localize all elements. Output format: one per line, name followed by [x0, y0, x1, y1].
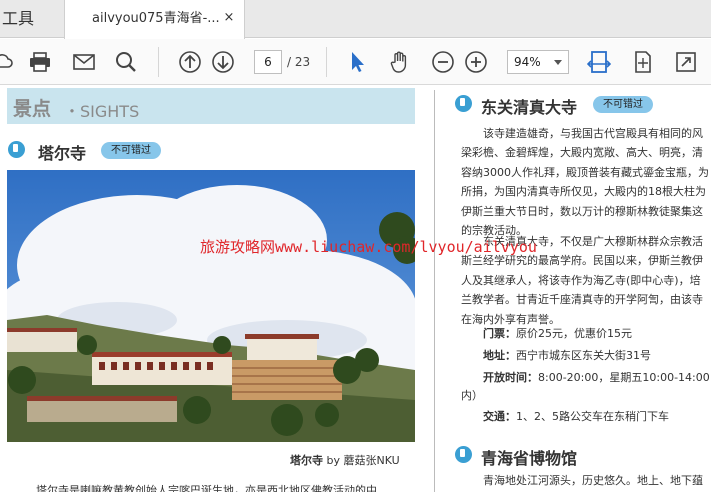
toolbar-separator [326, 47, 327, 77]
hand-tool-icon[interactable] [388, 50, 412, 74]
paragraph-3: 青海地处江河源头，历史悠久。地上、地下蕴 [461, 474, 703, 487]
paragraph-line: 兰教学者。甘青近千座清真寺的开学阿訇，由该寺 [461, 293, 703, 307]
page-number-input[interactable]: 6 [254, 50, 282, 74]
chevron-down-icon [554, 60, 562, 65]
zoom-in-icon[interactable] [464, 50, 488, 74]
info-label: 门票： [483, 327, 516, 340]
info-address: 地址：西宁市城东区东关大街31号 [483, 347, 651, 363]
info-icon [8, 141, 25, 158]
info-transport: 交通：1、2、5路公交车在东稍门下车 [483, 408, 669, 424]
paragraph-line: 梁彩檐、金碧辉煌，大殿内宽敞、高大、明亮，清 [461, 146, 703, 160]
info-label: 地址： [483, 349, 516, 362]
print-icon[interactable] [28, 50, 52, 74]
select-cursor-icon[interactable] [346, 50, 370, 74]
body-text-cut: 塔尔寺是喇嘛教黄教创始人宗喀巴诞生地，亦是西北地区佛教活动的中 [36, 484, 377, 492]
info-icon [455, 95, 472, 112]
paragraph-line: 人及其继承人，将该寺作为海乙寺(即中心寺)，培 [461, 273, 701, 287]
tab-bar: 工具 ailvyou075青海省-... × [0, 0, 711, 39]
tab-tools[interactable]: 工具 [0, 0, 34, 38]
section-subtitle: ・SIGHTS [64, 102, 140, 121]
toolbar-separator [158, 47, 159, 77]
watermark-text: 旅游攻略网www.liuchaw.com/lvyou/ailvyou [200, 238, 537, 256]
close-tab-icon[interactable]: × [222, 11, 236, 25]
info-label: 开放时间： [483, 371, 538, 384]
paragraph-1: 该寺建造雄奇，与我国古代宫殿具有相同的风 梁彩檐、金碧辉煌，大殿内宽敞、高大、明… [461, 124, 709, 240]
info-icon [455, 446, 472, 463]
caption-name: 塔尔寺 [290, 454, 323, 467]
paragraph-line: 该寺建造雄奇，与我国古代宫殿具有相同的风 [461, 127, 703, 140]
page-up-icon[interactable] [178, 50, 202, 74]
toolbar: 6 / 23 94% [0, 39, 711, 85]
info-tickets: 门票：原价25元，优惠价15元 [483, 325, 632, 341]
zoom-out-icon[interactable] [431, 50, 455, 74]
fit-width-icon[interactable] [587, 50, 611, 74]
document-page: 景点 ・SIGHTS 塔尔寺 不可错过 塔尔寺 by 蘑菇张NKU 塔尔寺是喇嘛… [0, 86, 711, 492]
mail-icon[interactable] [72, 50, 96, 74]
paragraph-line: 伊斯兰重大节日时，数以万计的穆斯林教徒聚集这 [461, 204, 703, 218]
zoom-select[interactable]: 94% [507, 50, 569, 74]
paragraph-line: 容纳3000人作礼拜，殿顶普装有藏式鎏金宝瓶，为 [461, 165, 709, 179]
attraction-title-3: 青海省博物馆 [481, 449, 578, 468]
info-value: 原价25元，优惠价15元 [516, 327, 632, 340]
info-value: 8:00-20:00，星期五10:00-14:00 [538, 371, 710, 384]
attraction-title: 塔尔寺 [38, 144, 87, 163]
page-total: / 23 [287, 55, 311, 69]
section-title: 景点 [13, 98, 52, 120]
paragraph-line: 所捐，为国内清真寺所仅见，大殿内的18根大柱为 [461, 185, 706, 199]
sights-header: 景点 ・SIGHTS [7, 88, 415, 124]
photo-caption: 塔尔寺 by 蘑菇张NKU [290, 452, 400, 468]
page-down-icon[interactable] [211, 50, 235, 74]
search-icon[interactable] [114, 50, 138, 74]
caption-credit: by 蘑菇张NKU [326, 454, 400, 467]
fullscreen-icon[interactable] [674, 50, 698, 74]
tab-document-title: ailvyou075青海省-... [92, 11, 220, 26]
fit-page-icon[interactable] [631, 50, 655, 74]
tab-document[interactable]: ailvyou075青海省-... × [64, 0, 245, 39]
info-value: 1、2、5路公交车在东稍门下车 [516, 410, 669, 423]
info-hours-cont: 内） [461, 389, 483, 402]
column-divider [434, 90, 435, 492]
zoom-value: 94% [514, 55, 541, 69]
must-see-badge-2: 不可错过 [593, 96, 653, 113]
must-see-badge: 不可错过 [101, 142, 161, 159]
temple-photo [7, 170, 415, 442]
info-label: 交通： [483, 410, 516, 423]
attraction-title-2: 东关清真大寺 [481, 98, 578, 117]
info-value: 西宁市城东区东关大街31号 [516, 349, 651, 362]
info-hours: 开放时间：8:00-20:00，星期五10:00-14:00 [483, 369, 710, 385]
cloud-icon[interactable] [0, 50, 14, 74]
